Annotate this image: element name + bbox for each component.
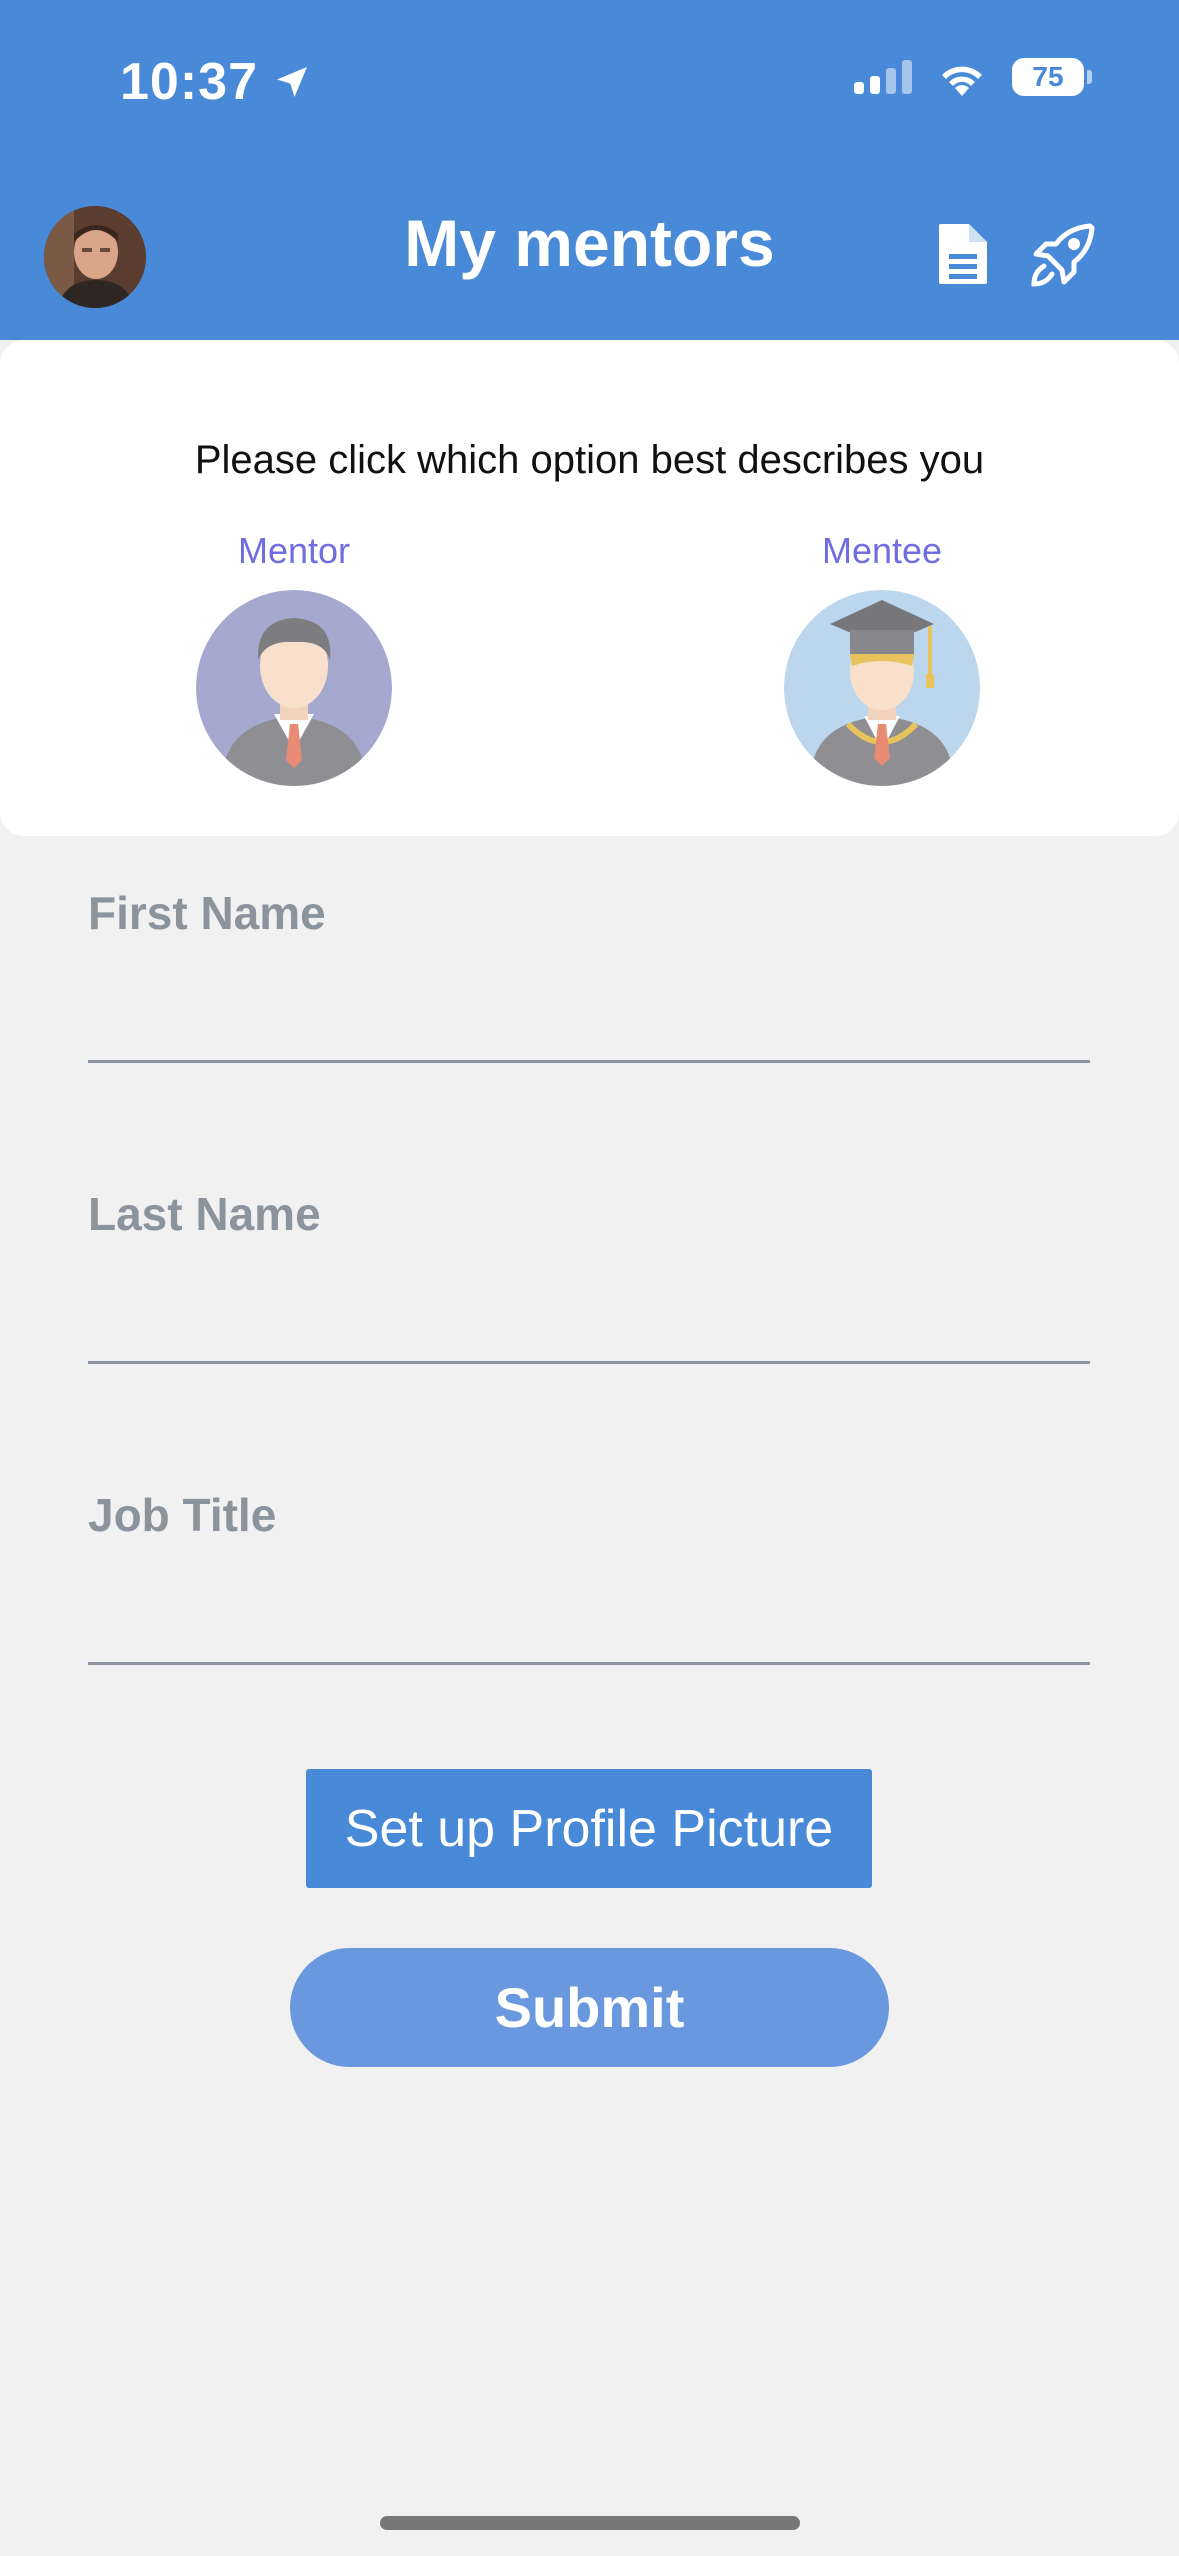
job-title-label: Job Title xyxy=(88,1489,277,1541)
document-icon[interactable] xyxy=(935,222,991,286)
role-prompt: Please click which option best describes… xyxy=(194,438,985,482)
app-header: 10:37 75 My mentors xyxy=(0,0,1179,340)
mentor-avatar-icon[interactable] xyxy=(196,590,392,786)
last-name-label: Last Name xyxy=(88,1188,321,1240)
first-name-underline xyxy=(88,1060,1090,1063)
home-indicator[interactable] xyxy=(380,2516,800,2530)
mentor-option[interactable]: Mentor xyxy=(184,530,404,786)
role-selection-card: Please click which option best describes… xyxy=(0,340,1179,836)
last-name-underline xyxy=(88,1361,1090,1364)
status-bar-indicators: 75 xyxy=(854,58,1092,96)
mentee-option[interactable]: Mentee xyxy=(772,530,992,786)
mentee-label: Mentee xyxy=(821,530,943,571)
mentee-graduate-icon[interactable] xyxy=(784,590,980,786)
job-title-underline xyxy=(88,1662,1090,1665)
cellular-signal-icon xyxy=(854,60,912,94)
location-arrow-icon xyxy=(277,67,307,97)
battery-level: 75 xyxy=(1032,61,1064,92)
last-name-field[interactable]: Last Name xyxy=(88,1187,1090,1364)
submit-button[interactable]: Submit xyxy=(290,1948,889,2067)
time-text: 10:37 xyxy=(120,53,258,111)
wifi-icon xyxy=(942,66,982,96)
battery-icon: 75 xyxy=(1012,58,1092,96)
first-name-label: First Name xyxy=(88,887,326,939)
first-name-field[interactable]: First Name xyxy=(88,886,1090,1063)
page-title: My mentors xyxy=(404,206,775,280)
mentor-label: Mentor xyxy=(237,530,351,571)
status-bar-time: 10:37 xyxy=(120,52,312,112)
setup-profile-picture-button[interactable]: Set up Profile Picture xyxy=(306,1769,872,1888)
rocket-icon[interactable] xyxy=(1028,220,1098,290)
job-title-field[interactable]: Job Title xyxy=(88,1488,1090,1665)
